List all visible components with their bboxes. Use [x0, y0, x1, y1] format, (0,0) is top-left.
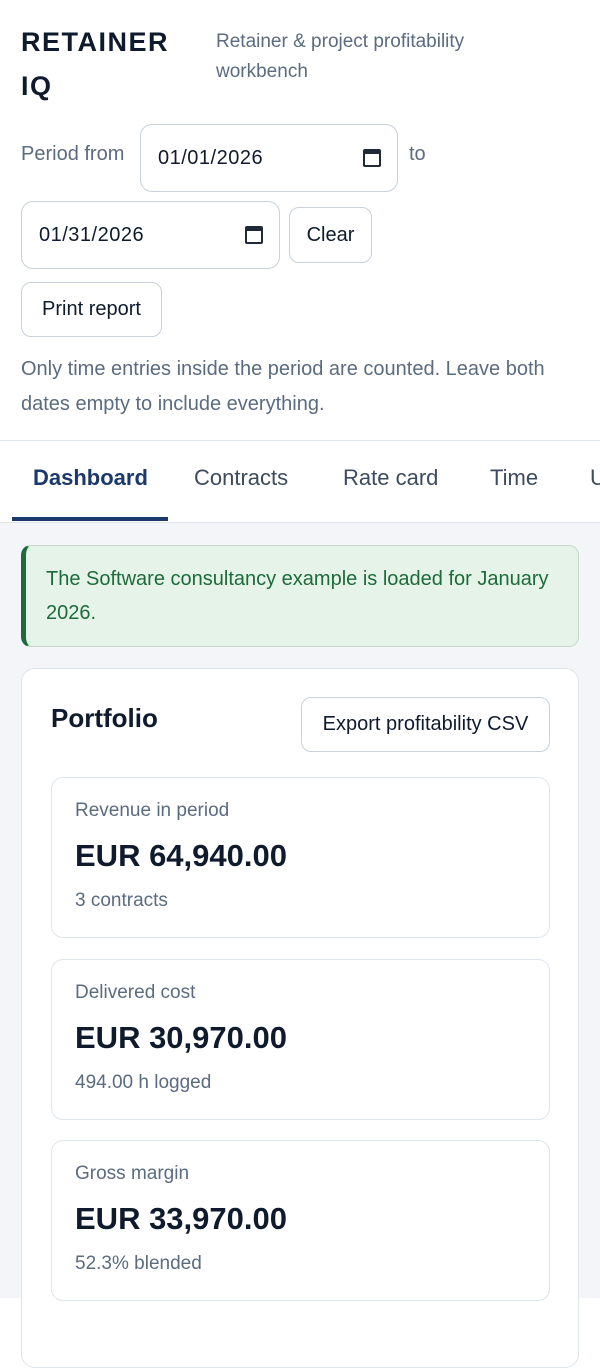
period-to-input[interactable]: 01/31/2026 — [21, 201, 280, 269]
gross-margin-sub: 52.3% blended — [75, 1253, 202, 1274]
calendar-icon[interactable] — [245, 226, 263, 244]
gross-margin-card: Gross margin EUR 33,970.00 52.3% blended — [51, 1140, 550, 1301]
app-header: RETAINER IQ Retainer & project profitabi… — [0, 0, 600, 440]
print-report-button[interactable]: Print report — [21, 282, 162, 337]
revenue-sub: 3 contracts — [75, 890, 168, 911]
gross-margin-value: EUR 33,970.00 — [75, 1201, 287, 1236]
calendar-icon[interactable] — [363, 149, 381, 167]
tab-dashboard[interactable]: Dashboard — [33, 465, 148, 491]
active-tab-indicator — [12, 517, 168, 521]
app-tagline: Retainer & project profitability workben… — [216, 31, 465, 82]
period-from-label: Period from — [21, 143, 125, 165]
delivered-cost-label: Delivered cost — [75, 982, 196, 1003]
main-tabs: Dashboard Contracts Rate card Time U — [0, 440, 600, 523]
export-csv-button[interactable]: Export profitability CSV — [301, 697, 550, 752]
revenue-card: Revenue in period EUR 64,940.00 3 contra… — [51, 777, 550, 938]
example-loaded-notice: The Software consultancy example is load… — [21, 545, 579, 647]
period-from-value: 01/01/2026 — [158, 146, 264, 169]
tab-rate-card[interactable]: Rate card — [343, 465, 438, 491]
delivered-cost-sub: 494.00 h logged — [75, 1072, 212, 1093]
period-from-input[interactable]: 01/01/2026 — [140, 124, 398, 192]
clear-button[interactable]: Clear — [289, 207, 372, 263]
tab-contracts[interactable]: Contracts — [194, 465, 288, 491]
tab-time[interactable]: Time — [490, 465, 538, 491]
tab-overflow[interactable]: U — [590, 465, 600, 491]
period-hint: Only time entries inside the period are … — [21, 358, 545, 415]
portfolio-panel: Portfolio Export profitability CSV Reven… — [21, 668, 579, 1368]
dashboard-content: The Software consultancy example is load… — [0, 523, 600, 1368]
period-to-value: 01/31/2026 — [39, 223, 145, 246]
gross-margin-label: Gross margin — [75, 1163, 190, 1184]
brand-logo: RETAINER IQ — [21, 27, 170, 101]
portfolio-title: Portfolio — [51, 703, 158, 733]
revenue-value: EUR 64,940.00 — [75, 838, 287, 873]
period-to-label: to — [409, 143, 426, 165]
delivered-cost-value: EUR 30,970.00 — [75, 1020, 287, 1055]
revenue-label: Revenue in period — [75, 800, 230, 821]
delivered-cost-card: Delivered cost EUR 30,970.00 494.00 h lo… — [51, 959, 550, 1120]
